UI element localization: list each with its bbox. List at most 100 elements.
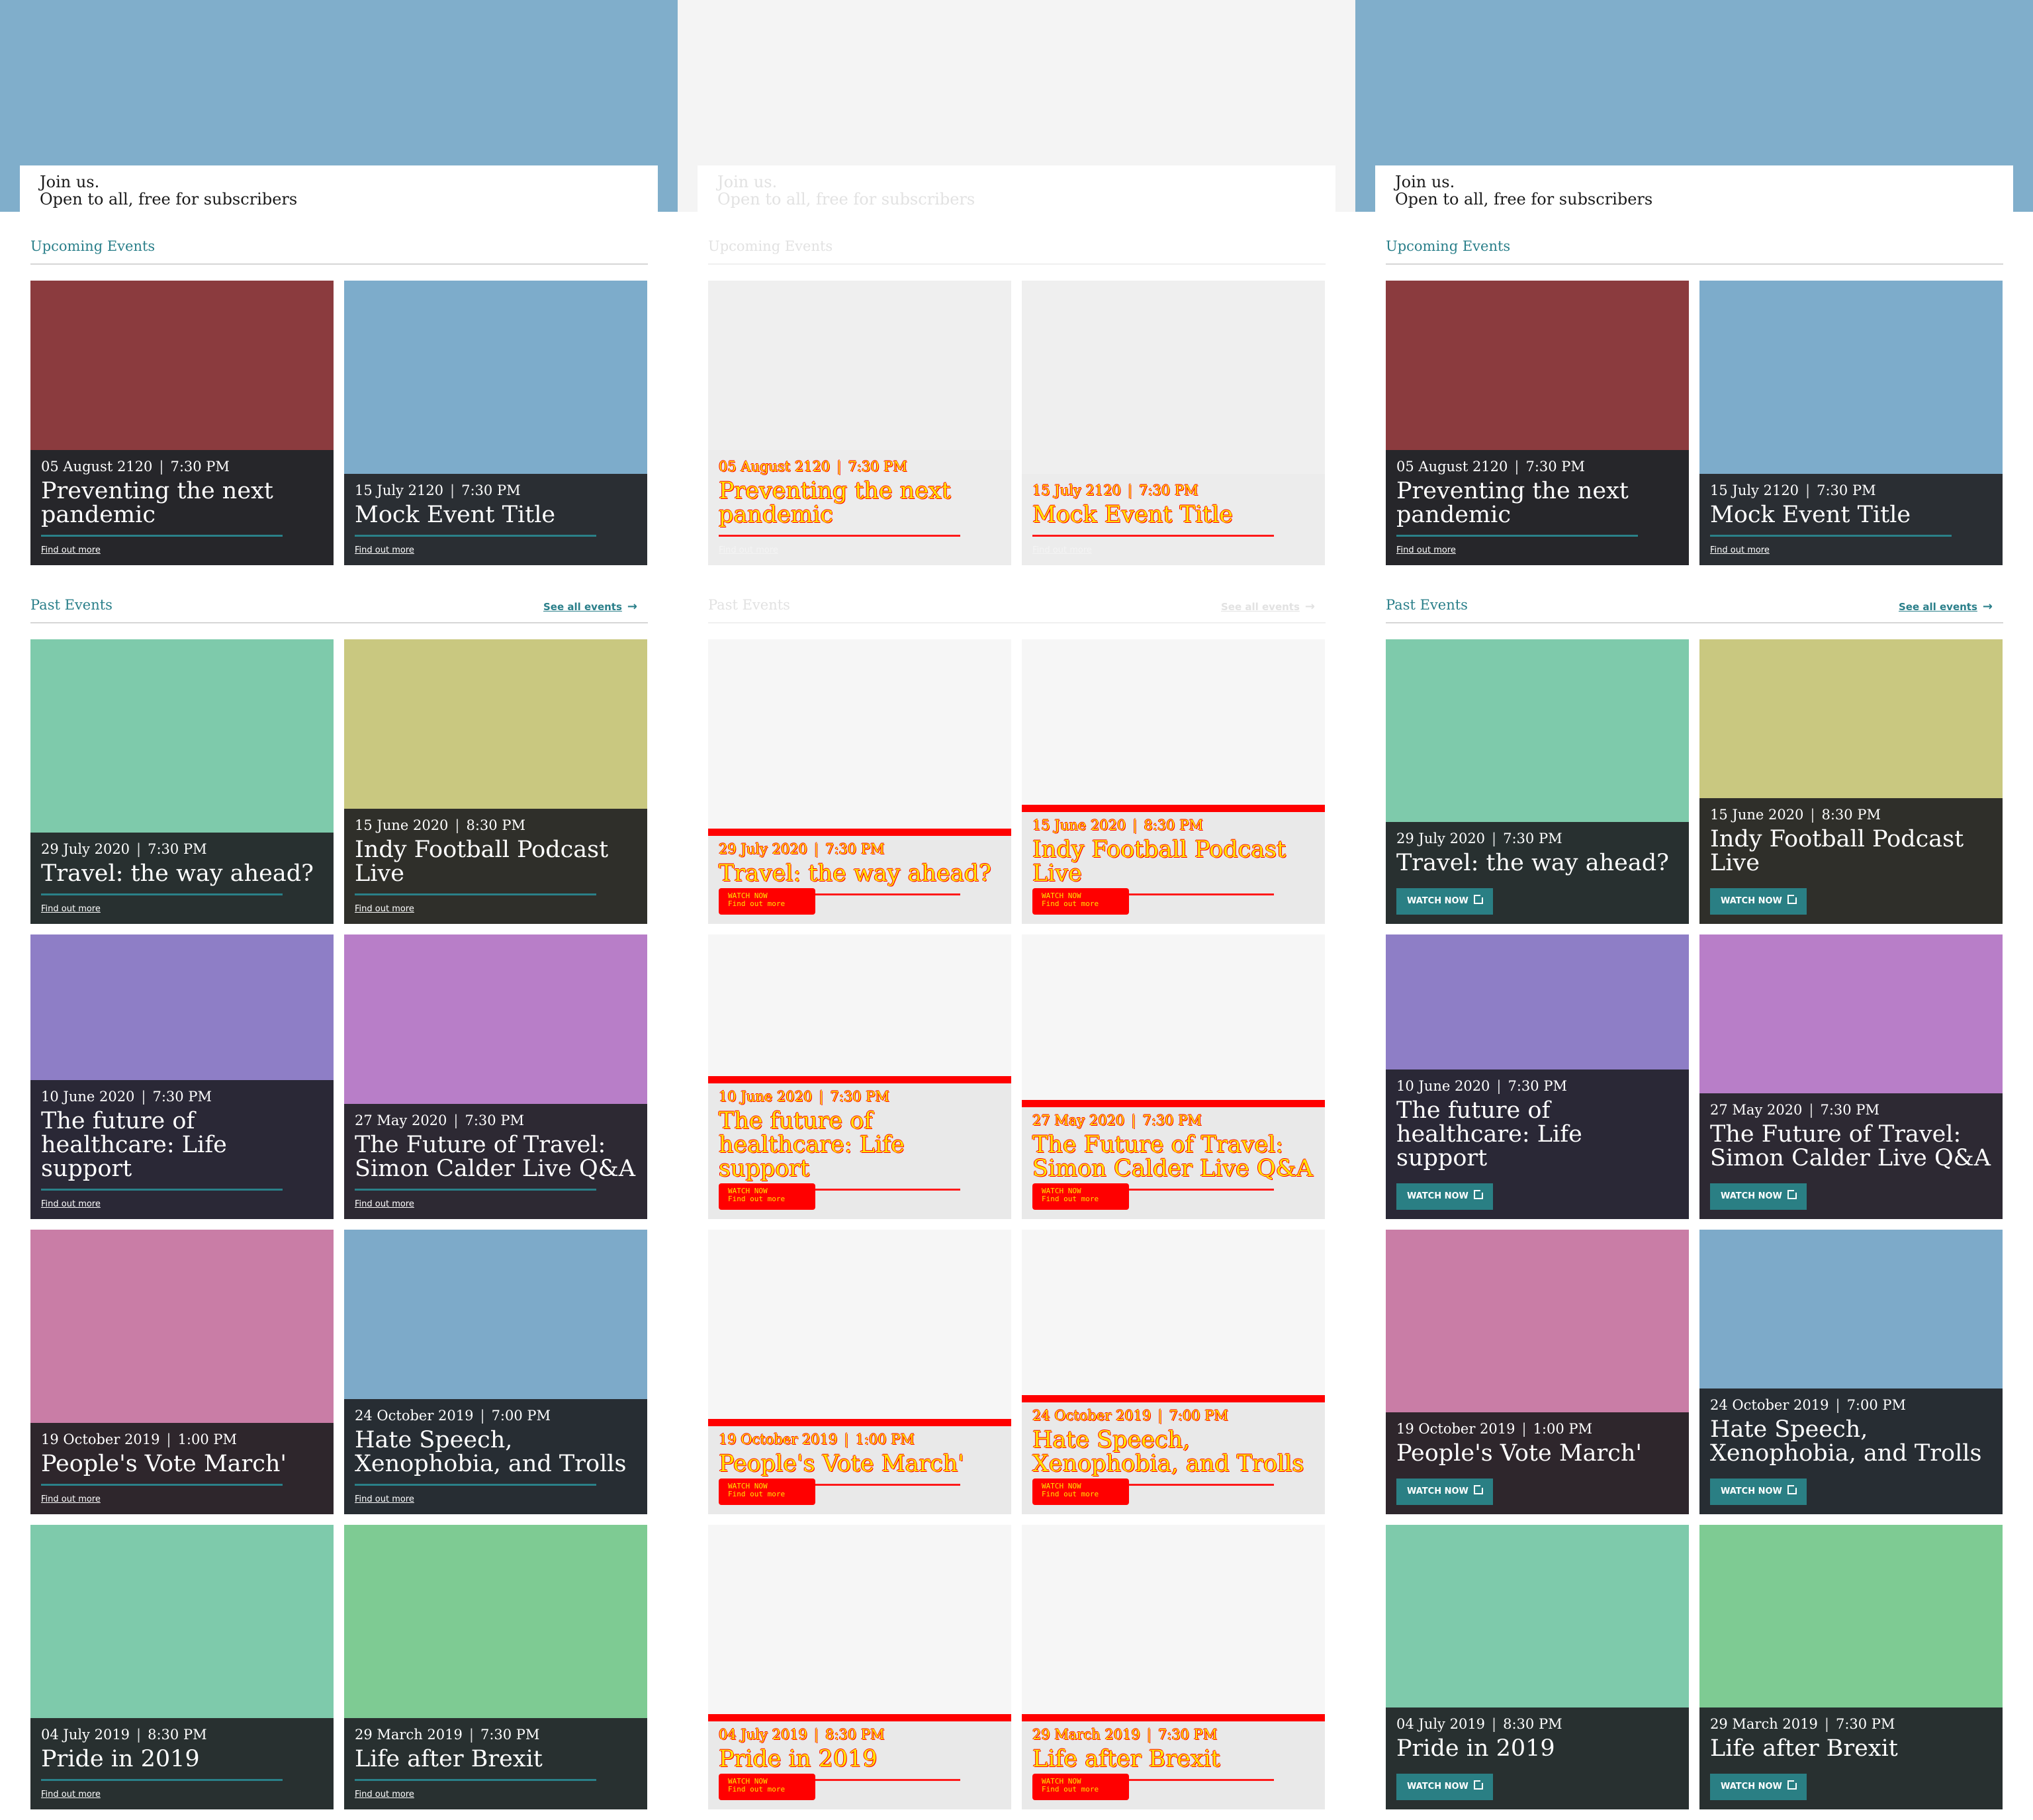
event-image: [1699, 281, 2003, 474]
diff-highlight-bar: [708, 1714, 1011, 1721]
event-card[interactable]: 27 May 2020 | 7:30 PM The Future of Travel:…: [1699, 934, 2003, 1219]
event-card[interactable]: 10 June 2020 | 7:30 PM The future of health…: [30, 934, 334, 1219]
event-card[interactable]: 15 June 2020 | 8:30 PM Indy Football Podcas…: [1699, 639, 2003, 924]
event-card[interactable]: 05 August 2120 | 7:30 PM Preventing the nex…: [30, 281, 334, 565]
event-title: Hate Speech, Xenophobia, and Trolls: [1710, 1416, 1982, 1467]
event-card[interactable]: 10 June 2020 | 7:30 PM The future of health…: [1386, 934, 1689, 1219]
event-card[interactable]: 27 May 2020 | 7:30 PM The Future of Travel:…: [1022, 934, 1325, 1219]
find-out-more-link[interactable]: Find out more: [41, 1199, 101, 1209]
find-out-more-link[interactable]: Find out more: [355, 1790, 414, 1799]
watch-now-button[interactable]: WATCH NOW: [1396, 1774, 1493, 1800]
event-date-time: 05 August 2120 | 7:30 PM: [1396, 458, 1678, 475]
event-date: 19 October 2019: [719, 1432, 838, 1447]
find-out-more-link[interactable]: Find out more: [1032, 545, 1092, 555]
event-title: People's Vote March': [41, 1451, 287, 1477]
event-card[interactable]: 19 October 2019 | 1:00 PM People's Vote Mar…: [30, 1230, 334, 1514]
see-all-label: See all events: [1221, 601, 1300, 613]
watch-now-button[interactable]: WATCH NOW: [1396, 1479, 1493, 1505]
watch-now-button[interactable]: WATCH NOW: [1396, 1183, 1493, 1210]
event-card[interactable]: 15 July 2120 | 7:30 PM Mock Event Title Find…: [1022, 281, 1325, 565]
event-card[interactable]: 05 August 2120 | 7:30 PM Preventing the nex…: [708, 281, 1011, 565]
event-card[interactable]: 15 June 2020 | 8:30 PM Indy Football Podcas…: [1022, 639, 1325, 924]
find-out-more-link[interactable]: Find out more: [41, 1494, 101, 1504]
see-all-events-link[interactable]: See all events →: [543, 600, 637, 614]
event-image: [708, 639, 1011, 833]
event-card[interactable]: 29 July 2020 | 7:30 PM Travel: the way ahea…: [708, 639, 1011, 924]
arrow-right-icon: →: [627, 600, 637, 614]
event-image: [30, 934, 334, 1080]
event-card[interactable]: 19 October 2019 | 1:00 PM People's Vote Mar…: [1386, 1230, 1689, 1514]
event-card[interactable]: 04 July 2019 | 8:30 PM Pride in 2019 WATCH N…: [1386, 1525, 1689, 1809]
event-date-time: 05 August 2120 | 7:30 PM: [719, 458, 1001, 475]
event-card[interactable]: 10 June 2020 | 7:30 PM The future of health…: [708, 934, 1011, 1219]
event-card[interactable]: 24 October 2019 | 7:00 PM Hate Speech, Xeno…: [1022, 1230, 1325, 1514]
event-card[interactable]: 24 October 2019 | 7:00 PM Hate Speech, Xeno…: [344, 1230, 647, 1514]
see-all-events-link[interactable]: See all events →: [1221, 600, 1315, 614]
find-out-more-link[interactable]: Find out more: [355, 1494, 414, 1504]
event-card[interactable]: 19 October 2019 | 1:00 PM People's Vote Mar…: [708, 1230, 1011, 1514]
past-header: Past Events See all events →: [30, 597, 648, 623]
event-title: The future of healthcare: Life support: [719, 1108, 905, 1182]
find-out-more-link[interactable]: Find out more: [1710, 545, 1770, 555]
find-out-more-link[interactable]: Find out more: [1396, 545, 1456, 555]
event-title: Indy Football Podcast Live: [1032, 837, 1287, 887]
date-separator: |: [1131, 1113, 1136, 1128]
event-image: [1386, 639, 1689, 822]
event-date-time: 19 October 2019 | 1:00 PM: [719, 1431, 1001, 1448]
find-out-more-link[interactable]: Find out more: [355, 1199, 414, 1209]
event-card[interactable]: 29 March 2019 | 7:30 PM Life after Brexit Fi…: [344, 1525, 647, 1809]
date-separator: |: [1128, 482, 1133, 498]
event-card[interactable]: 29 July 2020 | 7:30 PM Travel: the way ahea…: [1386, 639, 1689, 924]
find-out-more-link[interactable]: Find out more: [719, 545, 778, 555]
event-card[interactable]: 15 June 2020 | 8:30 PM Indy Football Podcas…: [344, 639, 647, 924]
upcoming-header: Upcoming Events: [30, 238, 648, 265]
event-card[interactable]: 29 March 2019 | 7:30 PM Life after Brexit WA…: [1699, 1525, 2003, 1809]
event-date-time: 10 June 2020 | 7:30 PM: [719, 1088, 1001, 1105]
event-date: 29 July 2020: [719, 841, 808, 857]
section-title-upcoming: Upcoming Events: [30, 238, 156, 254]
date-separator: |: [469, 1727, 474, 1743]
event-image: [1022, 1230, 1325, 1399]
diff-link-label: Find out more: [728, 899, 786, 908]
event-card[interactable]: 27 May 2020 | 7:30 PM The Future of Travel:…: [344, 934, 647, 1219]
find-out-more-link[interactable]: Find out more: [355, 904, 414, 914]
event-divider: [355, 535, 596, 537]
diff-watch-button: WATCH NOW Find out more: [1032, 1774, 1129, 1800]
see-all-label: See all events: [1899, 601, 1977, 613]
event-card[interactable]: 05 August 2120 | 7:30 PM Preventing the nex…: [1386, 281, 1689, 565]
arrow-right-icon: →: [1304, 600, 1315, 614]
diff-highlight-bar: [1022, 1714, 1325, 1721]
diff-link-label: Find out more: [1042, 1490, 1099, 1498]
event-image: [1699, 1230, 2003, 1388]
event-date: 15 June 2020: [1710, 807, 1804, 823]
watch-now-button[interactable]: WATCH NOW: [1710, 888, 1807, 915]
watch-now-button[interactable]: WATCH NOW: [1396, 888, 1493, 915]
event-card[interactable]: 04 July 2019 | 8:30 PM Pride in 2019 WATCH N…: [708, 1525, 1011, 1809]
event-card[interactable]: 29 July 2020 | 7:30 PM Travel: the way ahea…: [30, 639, 334, 924]
watch-now-button[interactable]: WATCH NOW: [1710, 1774, 1807, 1800]
event-date: 27 May 2020: [1710, 1102, 1803, 1118]
find-out-more-link[interactable]: Find out more: [41, 545, 101, 555]
watch-now-label: WATCH NOW: [1721, 1486, 1782, 1496]
see-all-events-link[interactable]: See all events →: [1899, 600, 1993, 614]
panel-before: Join us. Open to all, free for subscribe…: [0, 0, 678, 1820]
find-out-more-link[interactable]: Find out more: [41, 904, 101, 914]
join-heading: Join us.: [1395, 173, 1455, 191]
event-title: Preventing the next pandemic: [719, 478, 951, 528]
diff-highlight-bar: [1022, 1395, 1325, 1402]
event-title: Travel: the way ahead?: [1396, 850, 1669, 876]
event-card[interactable]: 24 October 2019 | 7:00 PM Hate Speech, Xeno…: [1699, 1230, 2003, 1514]
watch-now-button[interactable]: WATCH NOW: [1710, 1183, 1807, 1210]
find-out-more-link[interactable]: Find out more: [41, 1790, 101, 1799]
upcoming-header: Upcoming Events: [1386, 238, 2003, 265]
event-card[interactable]: 04 July 2019 | 8:30 PM Pride in 2019 Find ou…: [30, 1525, 334, 1809]
watch-now-button[interactable]: WATCH NOW: [1710, 1479, 1807, 1505]
find-out-more-link[interactable]: Find out more: [355, 545, 414, 555]
event-title: People's Vote March': [1396, 1440, 1643, 1467]
event-card[interactable]: 15 July 2120 | 7:30 PM Mock Event Title Find…: [344, 281, 647, 565]
watch-now-label: WATCH NOW: [1407, 1191, 1468, 1201]
event-card[interactable]: 15 July 2120 | 7:30 PM Mock Event Title Find…: [1699, 281, 2003, 565]
event-card[interactable]: 29 March 2019 | 7:30 PM Life after Brexit WA…: [1022, 1525, 1325, 1809]
event-date: 15 July 2120: [1710, 482, 1799, 498]
event-time: 7:00 PM: [1846, 1397, 1907, 1413]
